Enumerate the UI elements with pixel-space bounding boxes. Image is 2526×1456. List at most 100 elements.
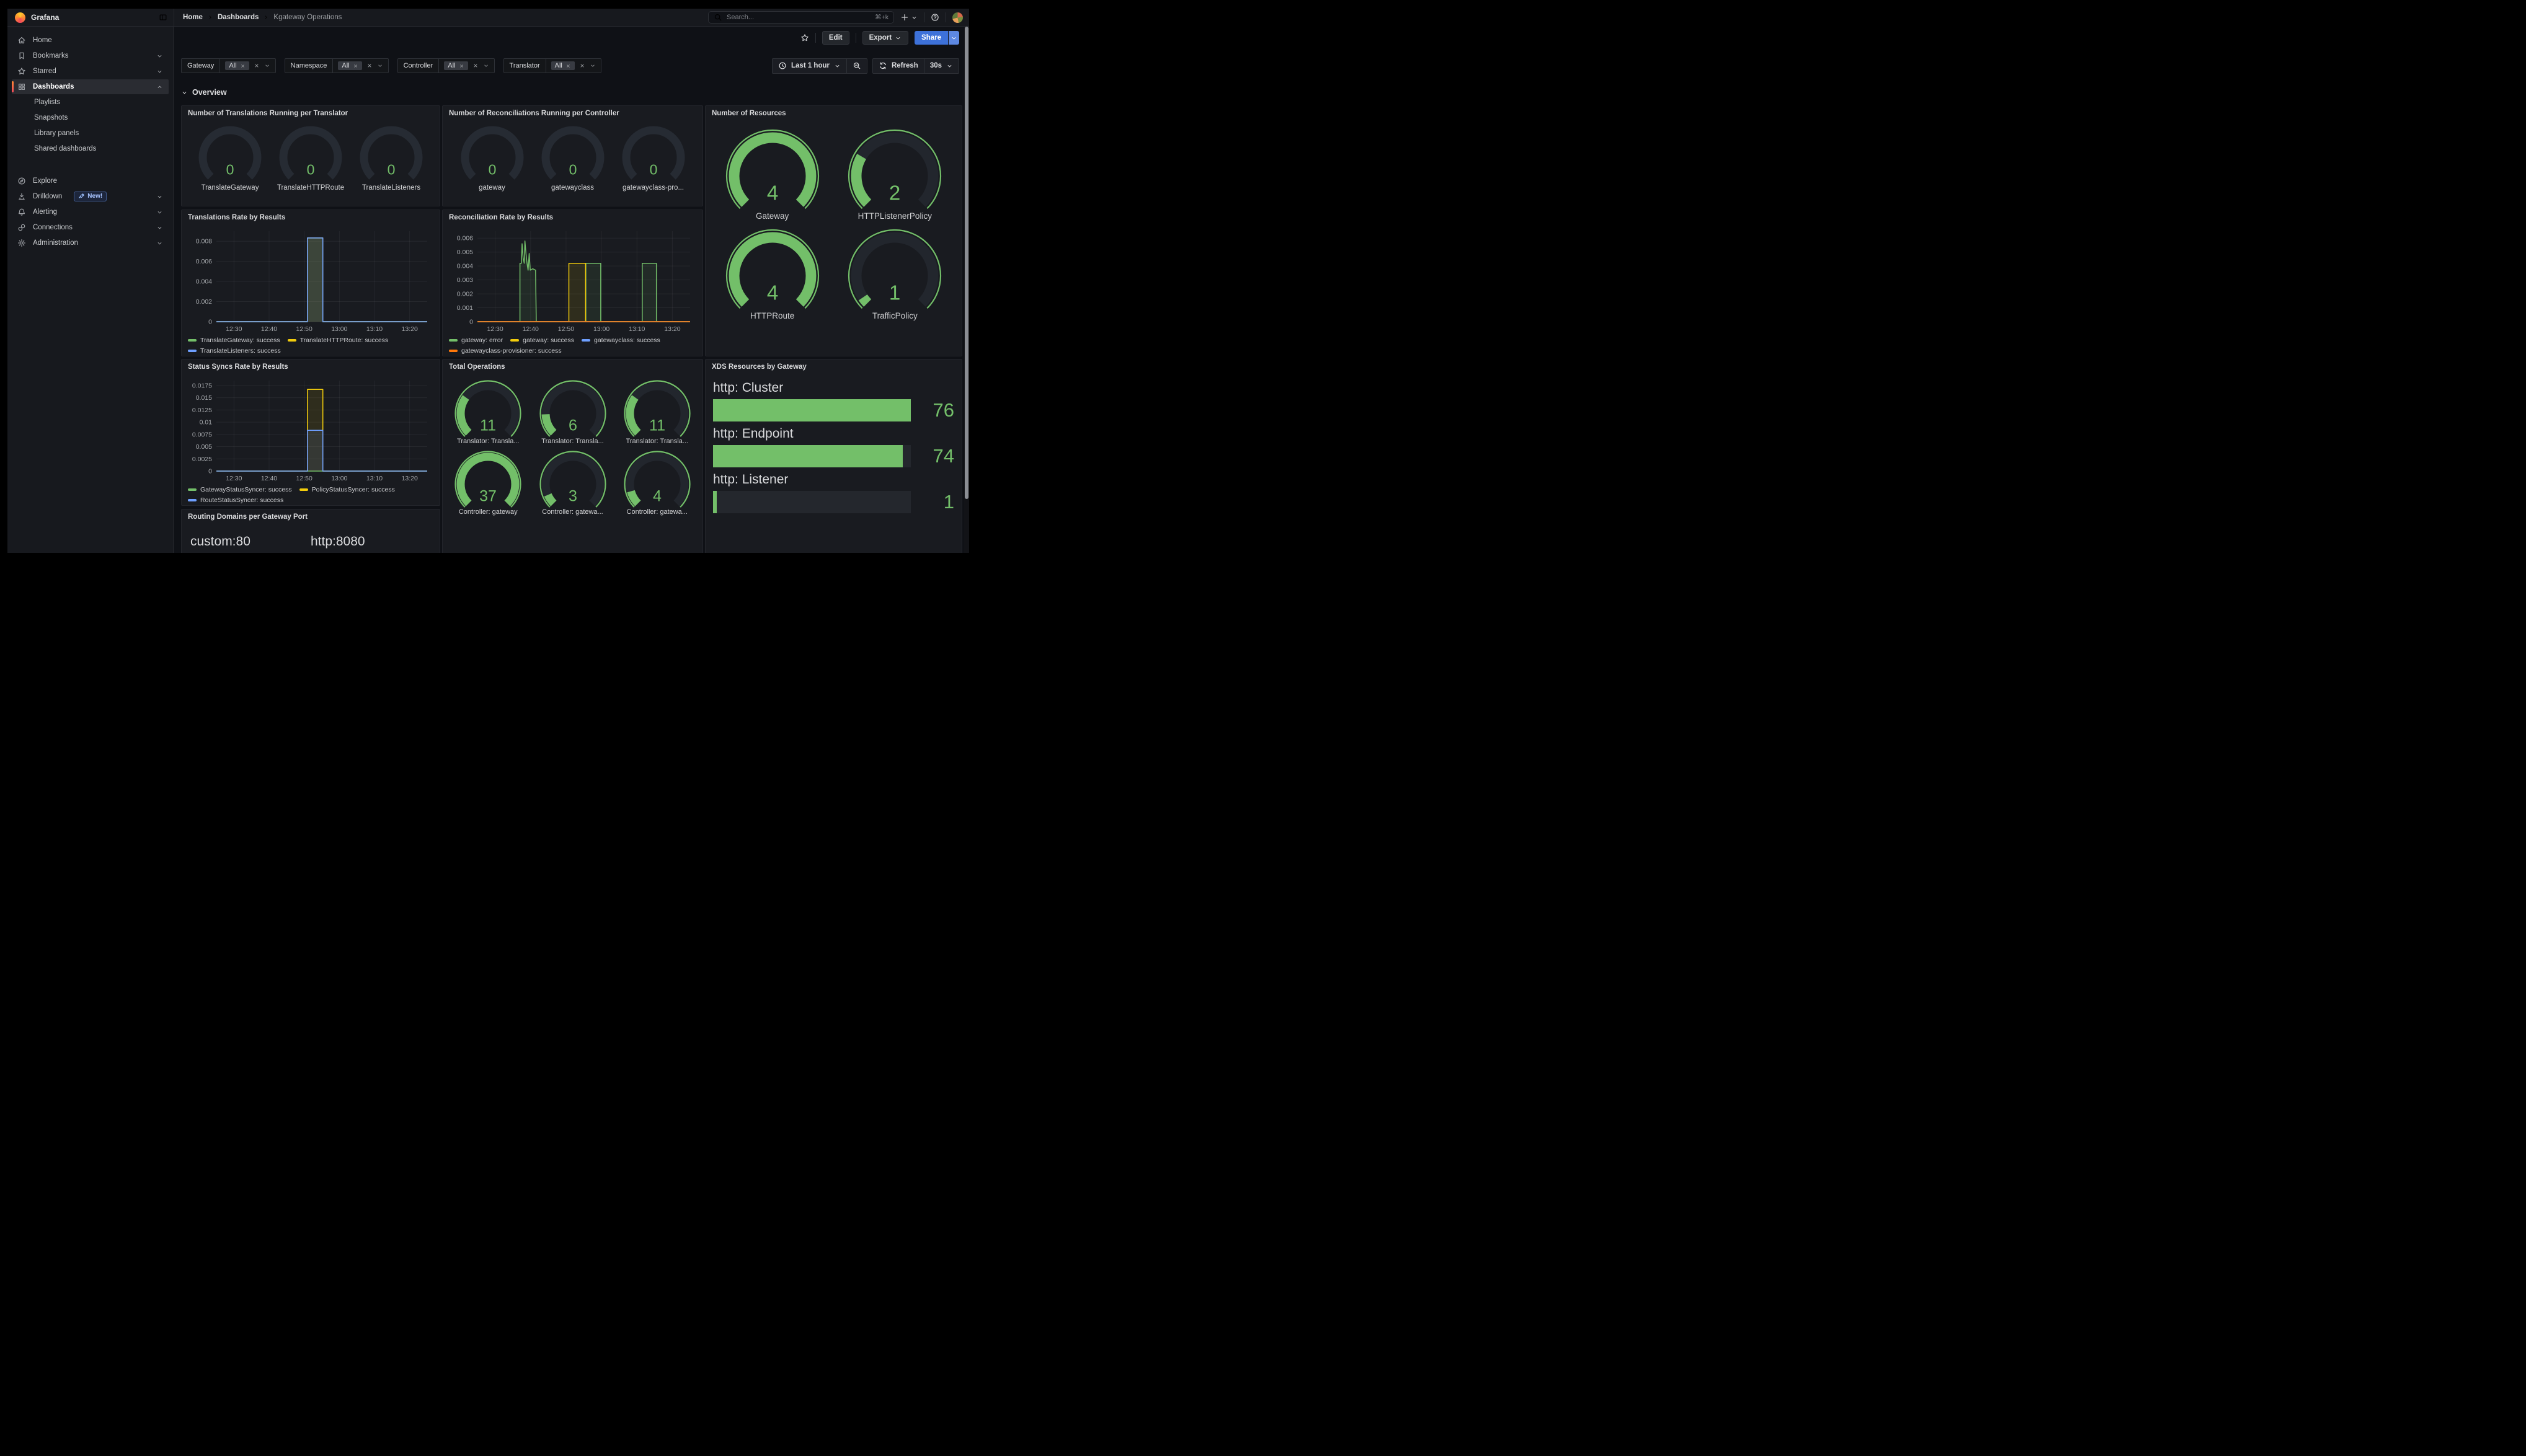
panel-title[interactable]: Status Syncs Rate by Results [182,360,440,374]
chevron-down-icon[interactable] [590,63,596,69]
variable-chip-gateway[interactable]: GatewayAll [181,58,276,73]
chevron-down-icon[interactable] [483,63,489,69]
legend-item[interactable]: gateway: success [510,337,574,344]
sidebar-item-connections[interactable]: Connections [12,220,169,235]
legend-item[interactable]: gatewayclass: success [582,337,660,344]
scrollbar[interactable] [964,27,969,553]
remove-value-icon[interactable] [565,63,571,69]
gauge-value: 11 [649,417,665,434]
sidebar-item-home[interactable]: Home [12,33,169,48]
help-button[interactable] [931,13,939,22]
remove-value-icon[interactable] [459,63,464,69]
variable-value-tag[interactable]: All [225,61,249,70]
legend-item[interactable]: gateway: error [449,337,503,344]
chevron-down-icon[interactable] [377,63,383,69]
panel-number-of-resources: Number of Resources 4Gateway2HTTPListene… [705,105,962,356]
gauge-translatehttproute: 0TranslateHTTPRoute [270,125,351,192]
svg-text:0.0175: 0.0175 [192,382,212,389]
time-series-plot: 00.00250.0050.00750.010.01250.0150.01751… [188,376,432,485]
sidebar-item-dashboards[interactable]: Dashboards [12,79,169,94]
top-navigation-bar: Grafana Home Dashboards Kgateway Operati… [7,9,969,27]
panel-title[interactable]: Translations Rate by Results [182,210,440,225]
export-label: Export [869,34,892,42]
legend-item[interactable]: TranslateHTTPRoute: success [288,337,389,344]
stat-custom-80: custom:80 [190,534,311,549]
share-button[interactable]: Share [915,31,948,45]
variable-chip-translator[interactable]: TranslatorAll [503,58,601,73]
sidebar-item-explore[interactable]: Explore [12,174,169,188]
sidebar-item-bookmarks[interactable]: Bookmarks [12,48,169,63]
bar-label: http: Listener [713,472,954,487]
panel-title[interactable]: Total Operations [443,360,702,374]
series-color-dash [188,339,197,342]
edit-button[interactable]: Edit [822,31,849,45]
clear-icon[interactable] [472,63,479,69]
remove-value-icon[interactable] [240,63,246,69]
clear-icon[interactable] [366,63,373,69]
refresh-button[interactable]: Refresh [873,59,924,73]
sidebar-item-playlists[interactable]: Playlists [12,95,169,110]
variable-chip-namespace[interactable]: NamespaceAll [285,58,389,73]
clear-icon[interactable] [579,63,585,69]
svg-text:12:30: 12:30 [226,475,242,482]
sidebar-item-library-panels[interactable]: Library panels [12,126,169,141]
avatar[interactable] [952,12,963,23]
legend-item[interactable]: PolicyStatusSyncer: success [299,486,395,493]
gauge-label: TranslateHTTPRoute [277,184,344,192]
panel-title[interactable]: XDS Resources by Gateway [706,360,962,374]
sidebar-item-snapshots[interactable]: Snapshots [12,110,169,125]
variable-value-tag[interactable]: All [551,61,575,70]
sidebar-item-shared-dashboards[interactable]: Shared dashboards [12,141,169,156]
share-label: Share [921,34,941,42]
refresh-interval-picker[interactable]: 30s [924,59,959,73]
series-color-dash [510,339,519,342]
search-input[interactable]: Search... ⌘+k [708,11,894,24]
svg-text:0.008: 0.008 [196,238,212,245]
legend-item[interactable]: RouteStatusSyncer: success [188,496,283,504]
legend-item[interactable]: GatewayStatusSyncer: success [188,486,292,493]
clear-icon[interactable] [254,63,260,69]
panel-title[interactable]: Routing Domains per Gateway Port [182,510,440,524]
row-overview-toggle[interactable]: Overview [181,86,227,99]
zoom-out-button[interactable] [846,59,867,73]
favorite-star-icon[interactable] [800,33,809,42]
grafana-logo-icon[interactable] [15,12,25,23]
sidebar-item-administration[interactable]: Administration [12,236,169,250]
gauge-value: 0 [488,161,496,177]
gauge-label: Controller: gateway [459,508,518,516]
bar-track [713,491,911,513]
gauge-value: 4 [766,181,778,204]
breadcrumb-dashboards[interactable]: Dashboards [218,14,259,21]
scrollbar-thumb[interactable] [965,27,968,499]
variable-chip-controller[interactable]: ControllerAll [397,58,495,73]
breadcrumb-home[interactable]: Home [183,14,203,21]
sidebar-item-label: Alerting [33,208,57,216]
sidebar-item-label: Bookmarks [33,52,69,60]
legend-item[interactable]: gatewayclass-provisioner: success [449,347,562,355]
sidebar-toggle-icon[interactable] [159,13,167,22]
chevron-down-icon[interactable] [264,63,270,69]
add-button[interactable] [900,13,918,22]
variable-value-tag[interactable]: All [338,61,361,70]
drilldown-icon [17,192,26,201]
panel-title[interactable]: Number of Reconciliations Running per Co… [443,106,702,121]
panel-title[interactable]: Number of Resources [706,106,962,121]
panel-title[interactable]: Number of Translations Running per Trans… [182,106,440,121]
series-color-dash [188,350,197,352]
legend-item[interactable]: TranslateListeners: success [188,347,281,355]
gauge-controller-gateway: 37Controller: gateway [449,450,527,516]
sidebar-item-drilldown[interactable]: DrilldownNew! [12,189,169,204]
export-button[interactable]: Export [862,31,908,45]
time-range-picker[interactable]: Last 1 hour [773,59,846,73]
remove-value-icon[interactable] [353,63,358,69]
legend-label: gatewayclass-provisioner: success [461,347,562,355]
gauge-value: 2 [889,181,900,204]
panel-title[interactable]: Reconciliation Rate by Results [443,210,702,225]
share-menu-button[interactable] [949,31,959,45]
sidebar-item-alerting[interactable]: Alerting [12,205,169,219]
sidebar-item-starred[interactable]: Starred [12,64,169,79]
legend-item[interactable]: TranslateGateway: success [188,337,280,344]
bar-label: http: Cluster [713,381,954,395]
variable-value-tag[interactable]: All [444,61,468,70]
gauge-trafficpolicy: 1TrafficPolicy [839,228,951,320]
